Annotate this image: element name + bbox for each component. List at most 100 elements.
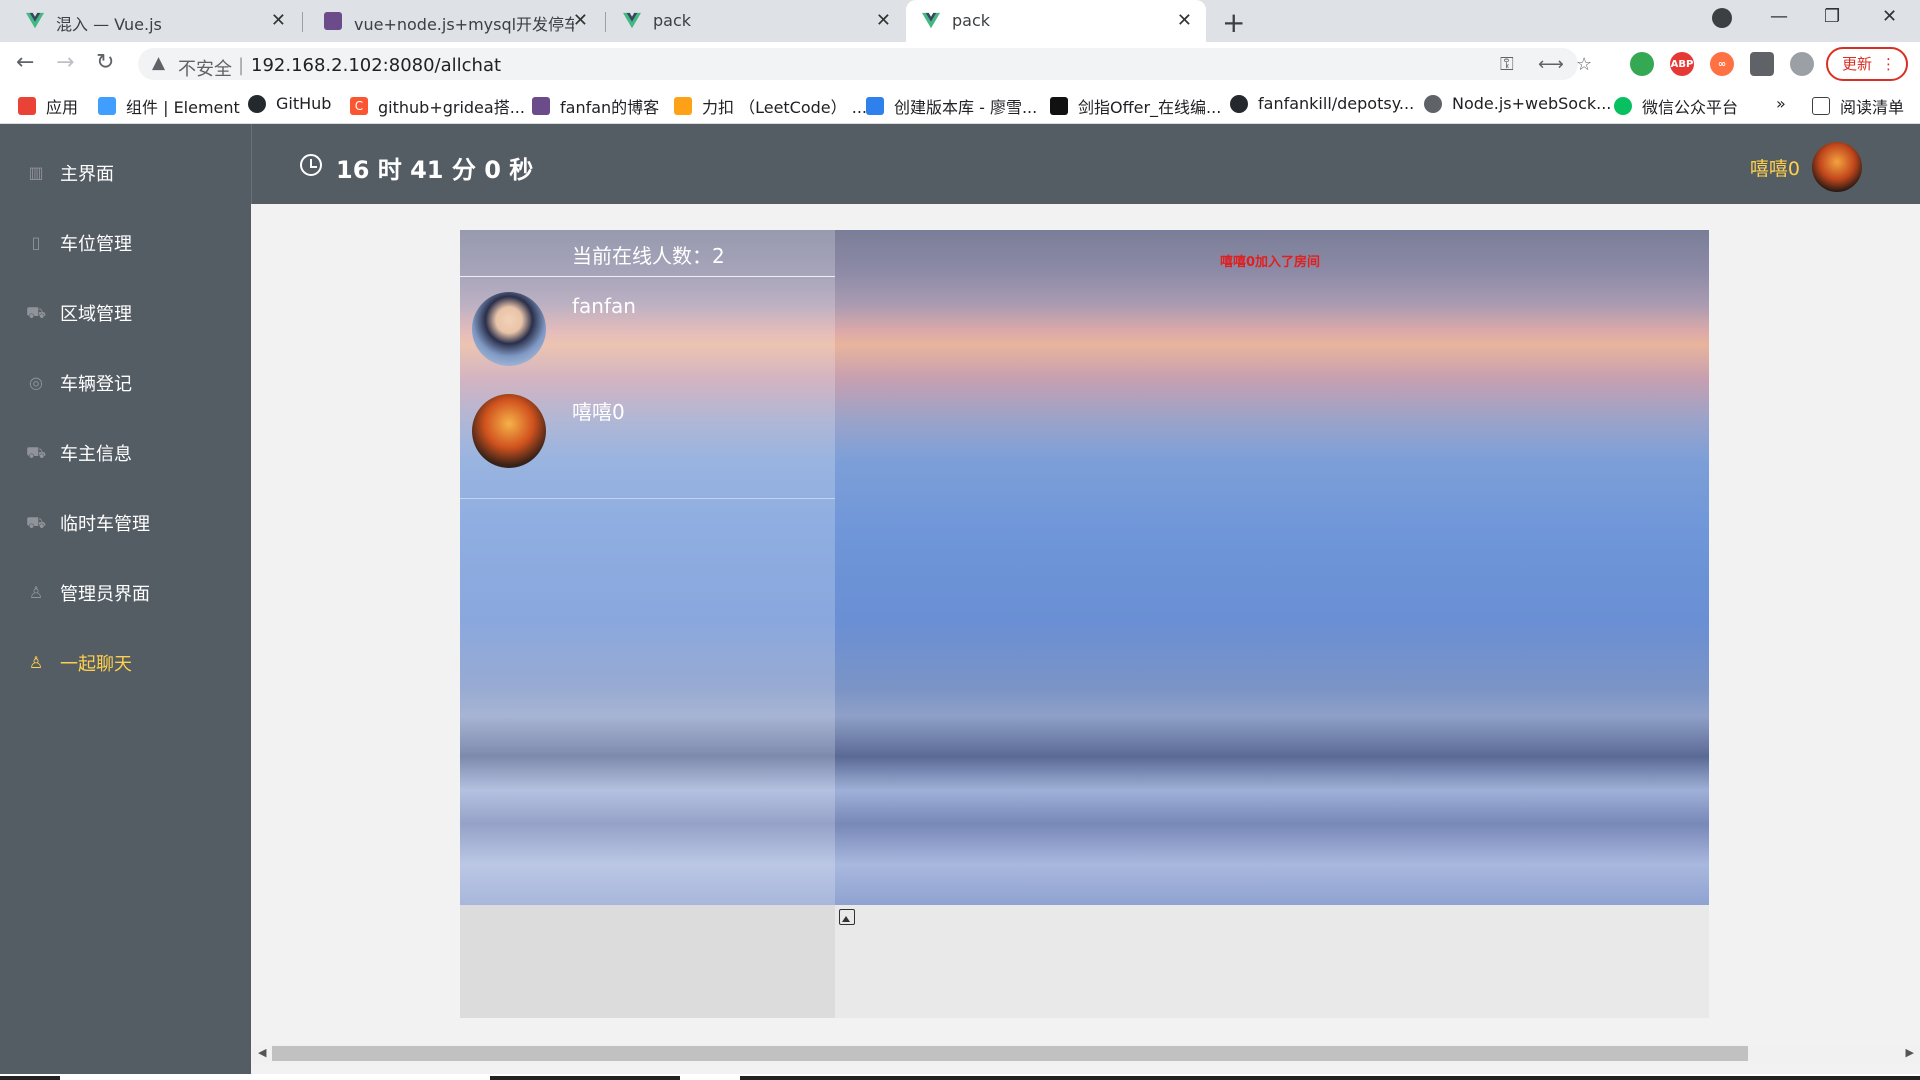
blog-avatar-icon	[532, 97, 550, 115]
translate-icon[interactable]: ⟷	[1538, 54, 1564, 75]
leetcode-icon	[674, 97, 692, 115]
sidebar-item-label: 主界面	[60, 164, 114, 185]
bookmark-label: fanfankill/depotsy...	[1258, 94, 1415, 113]
bookmark-label: github+gridea搭...	[378, 98, 525, 117]
online-count: 当前在线人数：2	[460, 230, 835, 277]
header-username[interactable]: 嘻嘻0	[1750, 154, 1800, 181]
forward-arrow-icon[interactable]: →	[56, 50, 74, 75]
more-menu-icon[interactable]: ⋮	[1881, 49, 1896, 79]
nowcoder-icon	[1050, 97, 1068, 115]
extension-icon[interactable]: ∞	[1710, 52, 1734, 76]
sidebar-item-owner-info[interactable]: ⛟ 车主信息	[0, 418, 251, 488]
sidebar-item-home[interactable]: ▥ 主界面	[0, 138, 251, 208]
parking-icon: ▯	[31, 233, 41, 252]
maximize-button[interactable]: ❐	[1824, 6, 1840, 27]
minimize-button[interactable]: —	[1770, 6, 1788, 27]
online-user-name: 嘻嘻0	[572, 400, 625, 424]
globe-icon	[1424, 94, 1442, 113]
update-label: 更新	[1842, 55, 1873, 73]
bookmark-label: GitHub	[276, 94, 332, 113]
online-user[interactable]: 嘻嘻0	[460, 380, 835, 480]
reading-list-label: 阅读清单	[1840, 98, 1905, 117]
close-tab-icon[interactable]: ✕	[271, 10, 286, 31]
new-tab-button[interactable]: +	[1222, 6, 1245, 39]
circle-icon: ◎	[29, 373, 43, 392]
car-icon: ⛟	[26, 303, 47, 322]
adblock-icon[interactable]: ABP	[1670, 52, 1694, 76]
vue-logo-icon	[623, 12, 641, 29]
avatar[interactable]	[1812, 142, 1862, 192]
wechat-icon	[1614, 97, 1632, 115]
sidebar-item-admin[interactable]: ♙ 管理员界面	[0, 558, 251, 628]
sidebar-item-temporary-vehicles[interactable]: ⛟ 临时车管理	[0, 488, 251, 558]
browser-tab[interactable]: pack ✕	[605, 0, 905, 42]
clock-text: 16 时 41 分 0 秒	[336, 156, 534, 184]
sidebar-item-label: 一起聊天	[60, 654, 132, 675]
bookmark-item[interactable]: fanfankill/depotsy...	[1230, 94, 1414, 113]
close-window-button[interactable]: ✕	[1882, 6, 1897, 27]
tab-search-icon[interactable]	[1712, 8, 1732, 28]
address-bar[interactable]: ▲ 不安全 | 192.168.2.102:8080/allchat ⚿ ⟷ ☆	[138, 48, 1592, 81]
bookmark-item[interactable]: Cgithub+gridea搭...	[350, 94, 525, 118]
sidebar-item-chat[interactable]: ♙ 一起聊天	[0, 628, 251, 698]
message-input-area[interactable]	[835, 905, 1709, 1018]
close-tab-icon[interactable]: ✕	[573, 10, 588, 31]
bookmarks-overflow-button[interactable]: »	[1776, 94, 1786, 113]
bookmark-item[interactable]: 应用	[18, 94, 78, 118]
update-button[interactable]: 更新 ⋮	[1826, 47, 1908, 81]
online-user-name: fanfan	[572, 294, 636, 318]
sidebar-item-label: 车位管理	[60, 234, 132, 255]
bookmark-item[interactable]: GitHub	[248, 94, 331, 113]
clock-icon	[300, 154, 322, 176]
profile-icon[interactable]	[1790, 52, 1814, 76]
puzzle-extensions-icon[interactable]	[1750, 52, 1774, 76]
extension-icon[interactable]	[1630, 52, 1654, 76]
tab-title: pack	[653, 11, 692, 30]
url-text[interactable]: 192.168.2.102:8080/allchat	[251, 55, 501, 76]
close-tab-icon[interactable]: ✕	[1177, 10, 1192, 31]
system-message: 嘻嘻0加入了房间	[1220, 255, 1321, 270]
bookmark-item[interactable]: Node.js+webSock...	[1424, 94, 1611, 113]
sidebar-menu: ▥ 主界面 ▯ 车位管理 ⛟ 区域管理 ◎ 车辆登记 ⛟ 车主信息 ⛟ 临时车管理 ♙ 管理员…	[0, 124, 251, 1080]
bookmark-item[interactable]: 组件 | Element	[98, 94, 240, 118]
sidebar-item-label: 车辆登记	[60, 374, 132, 395]
user-icon: ♙	[28, 653, 44, 672]
online-users-panel: 当前在线人数：2 fanfan 嘻嘻0	[460, 230, 835, 905]
scrollbar-thumb[interactable]	[272, 1046, 1748, 1061]
close-tab-icon[interactable]: ✕	[876, 10, 891, 31]
online-user[interactable]: fanfan	[460, 278, 835, 378]
divider	[460, 498, 835, 499]
insecure-label[interactable]: 不安全	[178, 55, 232, 81]
bookmark-label: 力扣 （LeetCode） ...	[702, 98, 867, 117]
apps-grid-icon	[18, 97, 36, 115]
browser-tab-active[interactable]: pack ✕	[906, 0, 1206, 42]
taskbar-edge	[0, 1074, 1920, 1080]
chat-room: 当前在线人数：2 fanfan 嘻嘻0 嘻嘻0加入了房间	[460, 230, 1709, 1018]
avatar	[472, 292, 546, 366]
sidebar-item-vehicle-registration[interactable]: ◎ 车辆登记	[0, 348, 251, 418]
reload-icon[interactable]: ↻	[96, 50, 114, 75]
bookmark-item[interactable]: 微信公众平台	[1614, 94, 1738, 118]
bookmark-item[interactable]: 创建版本库 - 廖雪...	[866, 94, 1037, 118]
browser-tab[interactable]: vue+node.js+mysql开发停车场 ✕	[302, 0, 602, 42]
key-icon[interactable]: ⚿	[1500, 54, 1514, 75]
avatar	[472, 394, 546, 468]
horizontal-scrollbar[interactable]: ◀ ▶	[252, 1044, 1920, 1064]
bookmark-item[interactable]: fanfan的博客	[532, 94, 659, 118]
sidebar-item-parking-spaces[interactable]: ▯ 车位管理	[0, 208, 251, 278]
sidebar-item-label: 区域管理	[60, 304, 132, 325]
browser-toolbar: ← → ↻ ▲ 不安全 | 192.168.2.102:8080/allchat…	[0, 42, 1920, 86]
sidebar-item-areas[interactable]: ⛟ 区域管理	[0, 278, 251, 348]
car-icon: ⛟	[26, 513, 47, 532]
scroll-right-icon[interactable]: ▶	[1906, 1046, 1914, 1059]
bookmark-item[interactable]: 力扣 （LeetCode） ...	[674, 94, 867, 118]
vue-logo-icon	[26, 12, 44, 29]
warning-icon: ▲	[152, 53, 166, 73]
reading-list[interactable]: 阅读清单	[1812, 94, 1904, 118]
bookmark-item[interactable]: 剑指Offer_在线编...	[1050, 94, 1221, 118]
bookmark-star-icon[interactable]: ☆	[1576, 54, 1592, 75]
scroll-left-icon[interactable]: ◀	[258, 1046, 266, 1059]
image-upload-icon[interactable]	[839, 909, 855, 925]
back-arrow-icon[interactable]: ←	[16, 50, 34, 75]
browser-tab[interactable]: 混入 — Vue.js ✕	[0, 0, 300, 42]
